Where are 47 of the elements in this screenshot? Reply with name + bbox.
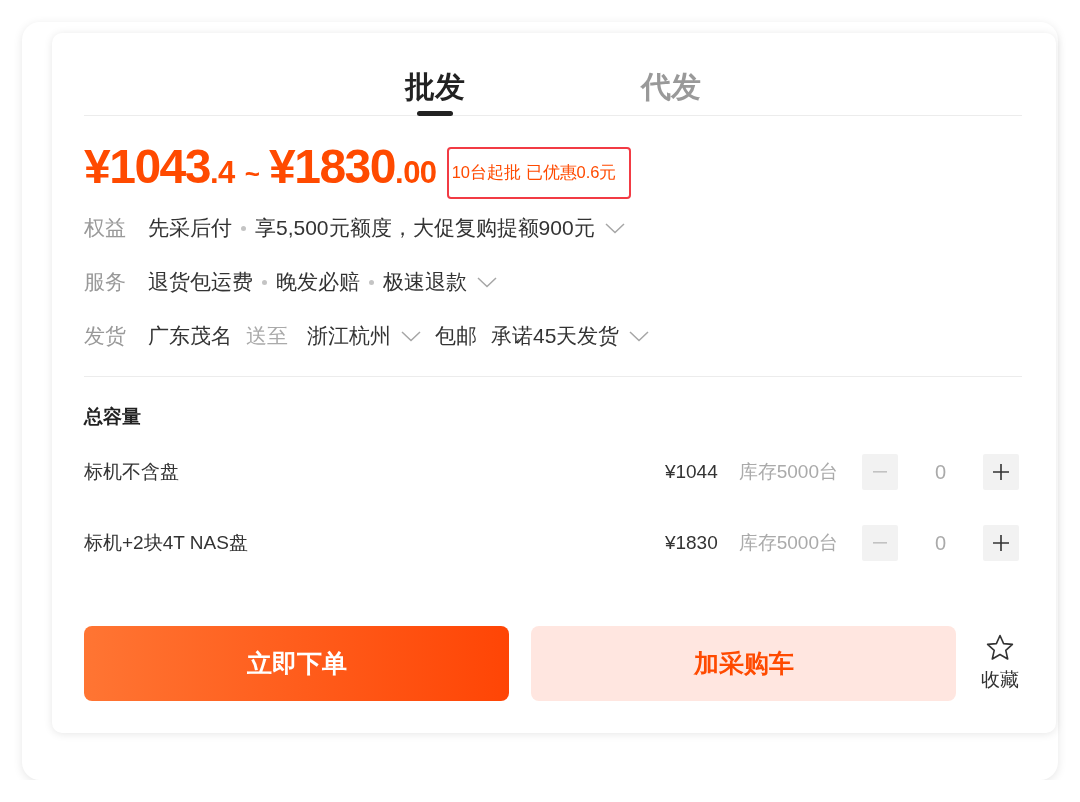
increase-button[interactable] <box>983 454 1019 490</box>
info-text: 广东茂名 <box>148 323 232 349</box>
minus-icon <box>873 542 887 544</box>
dot-icon <box>369 279 374 285</box>
variant-price: ¥1830 <box>664 532 718 554</box>
stock-text: 库存5000台 <box>738 531 838 555</box>
info-text: 浙江杭州 <box>307 323 391 349</box>
info-text: 晚发必赔 <box>276 269 360 295</box>
price-integer: ¥1830 <box>269 143 395 191</box>
quantity-field[interactable]: 0 <box>898 460 983 484</box>
variant-name: 标机+2块4T NAS盘 <box>84 531 249 555</box>
info-muted-text: 送至 <box>246 323 288 349</box>
add-to-cart-button[interactable]: 加采购车 <box>531 626 956 701</box>
plus-icon <box>993 464 1009 480</box>
order-now-button[interactable]: 立即下单 <box>84 626 509 701</box>
option-title: 总容量 <box>84 405 142 429</box>
chevron-down-icon[interactable] <box>604 222 625 234</box>
info-text: 承诺45天发货 <box>491 323 620 349</box>
info-text: 退货包运费 <box>148 269 253 295</box>
stock-text: 库存5000台 <box>738 460 838 484</box>
info-label: 权益 <box>84 215 127 241</box>
dot-icon <box>262 279 267 285</box>
price-separator: ~ <box>244 161 261 187</box>
dot-icon <box>241 225 246 231</box>
tab[interactable]: 代发 <box>641 69 701 116</box>
info-text: 包邮 <box>435 323 477 349</box>
info-label: 发货 <box>84 323 127 349</box>
tab[interactable]: 批发 <box>405 69 465 116</box>
info-text: 先采后付 <box>148 215 232 241</box>
chevron-down-icon[interactable] <box>477 276 497 288</box>
plus-icon <box>993 535 1009 551</box>
info-label: 服务 <box>84 269 127 295</box>
info-text: 享5,500元额度，大促复购提额900元 <box>255 215 595 241</box>
increase-button[interactable] <box>983 525 1019 561</box>
price-decimal: .00 <box>395 157 437 188</box>
info-text: 极速退款 <box>383 269 467 295</box>
variant-price: ¥1044 <box>664 461 718 483</box>
discount-note: 10台起批 已优惠0.6元 <box>446 147 631 199</box>
chevron-down-icon[interactable] <box>401 330 421 342</box>
minus-icon <box>873 471 887 473</box>
price-decimal: .4 <box>210 157 235 188</box>
quantity-field[interactable]: 0 <box>898 531 983 555</box>
favorite-button[interactable]: 收藏 <box>978 634 1022 693</box>
star-icon <box>986 634 1014 661</box>
chevron-down-icon[interactable] <box>629 330 650 342</box>
price-integer: ¥1043 <box>84 143 210 191</box>
variant-name: 标机不含盘 <box>84 460 180 484</box>
